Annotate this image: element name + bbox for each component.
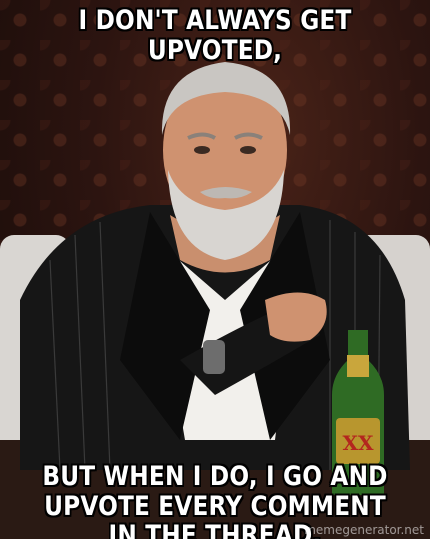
left-eye [194,146,210,154]
watermark: memegenerator.net [304,523,424,537]
photo-scene: XX [0,62,430,539]
right-eye [240,146,256,154]
meme-image: XX I DON'T ALWAYS GET UPVOTED, BUT WHEN … [0,0,430,539]
bottle-neck-label [347,355,369,377]
wristwatch [203,340,225,374]
bottle-label-mark: XX [342,431,374,455]
top-caption: I DON'T ALWAYS GET UPVOTED, [78,5,352,66]
